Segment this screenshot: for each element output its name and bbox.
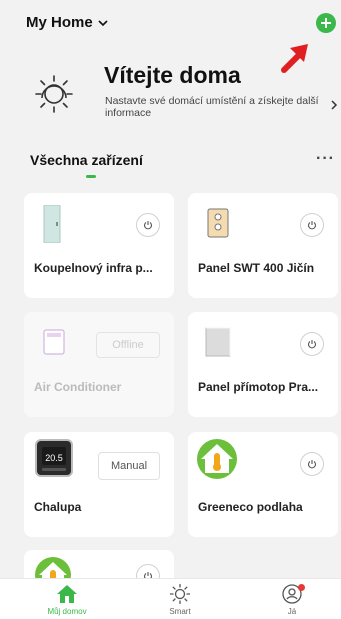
device-name: Koupelnový infra p... xyxy=(34,261,153,275)
device-card-panel-swt[interactable]: Panel SWT 400 Jičín xyxy=(188,193,338,298)
home-name: My Home xyxy=(26,14,93,31)
infrared-panel-icon xyxy=(43,205,61,243)
power-icon xyxy=(307,340,317,349)
plus-icon xyxy=(321,18,331,28)
more-options-button[interactable]: ··· xyxy=(316,150,335,168)
power-button[interactable] xyxy=(300,213,324,237)
sun-icon xyxy=(35,75,73,113)
tab-me[interactable]: Já xyxy=(252,583,332,616)
section-tab-indicator xyxy=(86,175,96,178)
home-selector[interactable]: My Home xyxy=(26,14,108,31)
panel-heater-icon xyxy=(205,327,231,357)
welcome-banner[interactable]: Vítejte doma Nastavte své domácí umístěn… xyxy=(28,62,341,132)
tab-label: Já xyxy=(287,607,297,616)
device-name: Greeneco podlaha xyxy=(198,500,303,514)
device-card-chalupa[interactable]: 20.5 Manual Chalupa xyxy=(24,432,174,537)
chevron-down-icon xyxy=(98,19,108,26)
device-name: Chalupa xyxy=(34,500,82,514)
top-bar: My Home xyxy=(0,0,341,44)
power-button[interactable] xyxy=(300,332,324,356)
tab-label: Smart xyxy=(169,607,191,616)
power-button[interactable] xyxy=(136,213,160,237)
device-card-air-conditioner[interactable]: Offline Air Conditioner xyxy=(24,312,174,417)
device-card-koupelnovy[interactable]: Koupelnový infra p... xyxy=(24,193,174,298)
chevron-right-icon xyxy=(331,100,338,110)
thermostat-panel-icon xyxy=(207,208,229,238)
thermostat-display-text: 20.5 xyxy=(45,453,63,463)
device-name: Panel přímotop Pra... xyxy=(198,380,319,394)
device-card-greeneco[interactable]: Greeneco podlaha xyxy=(188,432,338,537)
add-device-button[interactable] xyxy=(316,13,336,33)
bottom-tab-bar: Můj domov Smart Já xyxy=(0,578,341,619)
device-card-panel-primotop[interactable]: Panel přímotop Pra... xyxy=(188,312,338,417)
sun-icon xyxy=(169,583,191,605)
power-icon xyxy=(143,221,153,230)
welcome-subtitle: Nastavte své domácí umístění a získejte … xyxy=(105,95,319,119)
power-button[interactable] xyxy=(300,452,324,476)
tab-smart[interactable]: Smart xyxy=(140,583,220,616)
device-name: Air Conditioner xyxy=(34,380,122,394)
offline-status: Offline xyxy=(96,332,160,358)
device-name: Panel SWT 400 Jičín xyxy=(198,261,315,275)
smart-thermostat-icon: 20.5 xyxy=(35,439,73,477)
mode-selector[interactable]: Manual xyxy=(98,452,160,480)
notification-dot xyxy=(298,584,305,591)
air-conditioner-icon xyxy=(43,329,65,355)
home-icon xyxy=(57,585,77,603)
power-icon xyxy=(307,460,317,469)
power-icon xyxy=(307,221,317,230)
greeneco-house-icon xyxy=(197,439,237,479)
section-title[interactable]: Všechna zařízení xyxy=(30,152,143,168)
tab-home[interactable]: Můj domov xyxy=(27,583,107,616)
welcome-title: Vítejte doma xyxy=(104,62,241,88)
tab-label: Můj domov xyxy=(47,607,87,616)
